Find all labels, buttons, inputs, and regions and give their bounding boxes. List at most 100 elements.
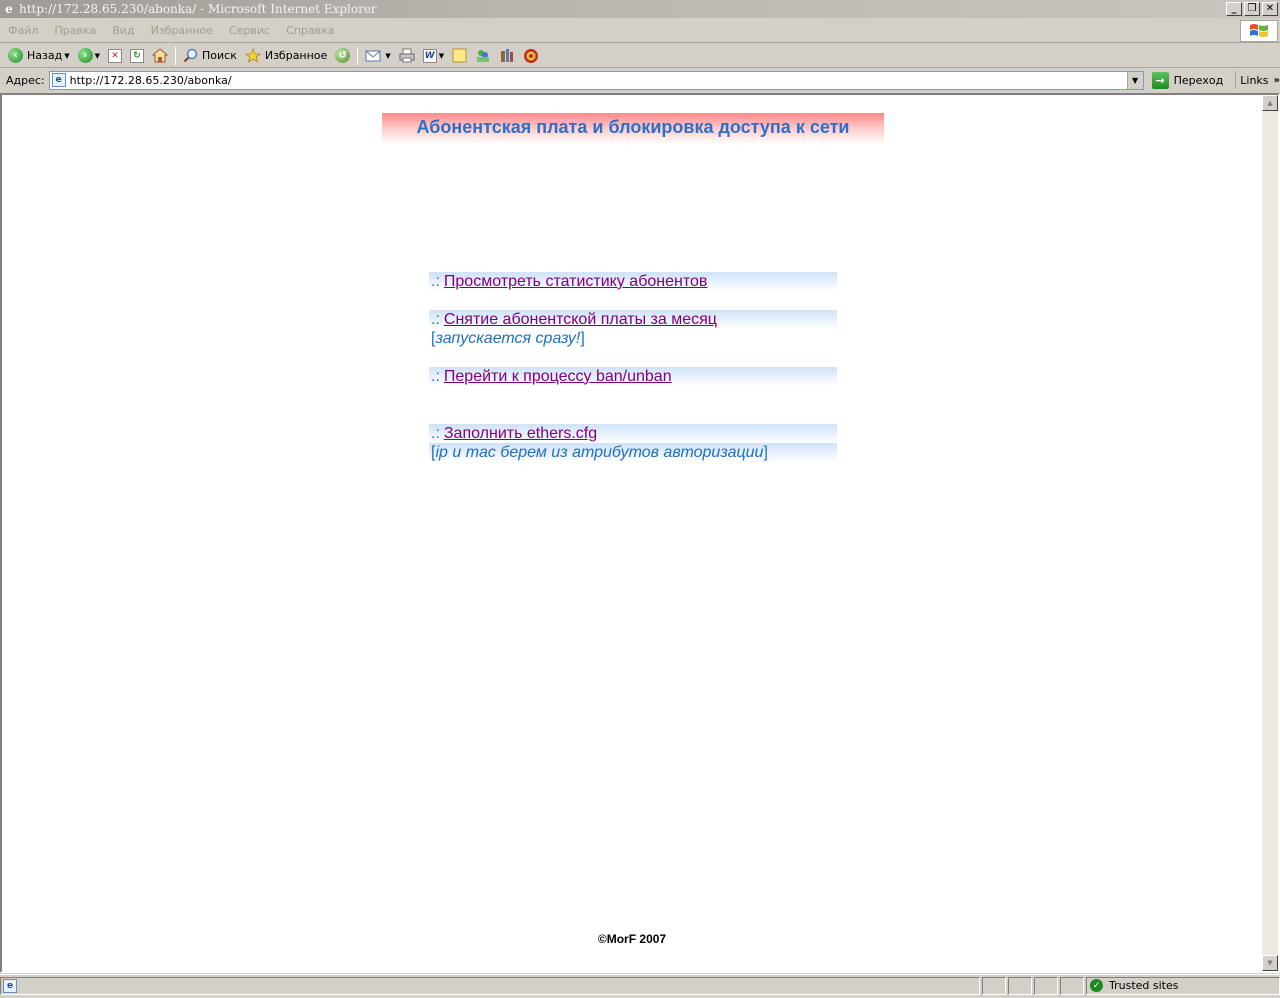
forward-arrow-icon: › [77,48,93,63]
toolbar-separator [357,46,359,65]
bracket-close: ] [580,329,585,347]
bullet: .: [431,367,440,385]
menu-link-ban: .: Перейти к процессу ban/unban [429,367,837,386]
menu-row: .: Перейти к процессу ban/unban [429,367,837,386]
zone-label: Trusted sites [1109,979,1179,992]
toolbar-separator [175,46,176,65]
menu-file[interactable]: Файл [0,24,46,37]
security-zone[interactable]: ✓ Trusted sites [1086,976,1280,995]
address-label: Адрес: [6,73,45,87]
addon-button[interactable] [519,45,543,67]
status-cell [982,976,1006,995]
close-button[interactable]: ✕ [1262,2,1278,16]
mail-icon [365,50,381,61]
minimize-button[interactable]: _ [1226,2,1242,16]
menu-view[interactable]: Вид [104,24,142,37]
page-icon: e [51,73,66,87]
menu-favorites[interactable]: Избранное [143,24,221,37]
ban-unban-link[interactable]: Перейти к процессу ban/unban [444,368,672,386]
bullet: .: [431,272,440,290]
toolbar: ‹ Назад ▼ › ▼ ✕ ↻ Поиск Избранное ↺ ▼ W … [0,44,1280,68]
go-button[interactable]: → Переход [1151,71,1224,89]
address-url[interactable]: http://172.28.65.230/abonka/ [70,74,232,87]
copyright: ©MorF 2007 [597,932,667,946]
bracket-close: ] [763,443,768,461]
vertical-scrollbar[interactable]: ▲ ▼ [1262,95,1278,971]
restore-button[interactable]: ❐ [1244,2,1260,16]
bullet: .: [431,310,440,328]
menu-bar: Файл Правка Вид Избранное Сервис Справка [0,19,1280,43]
ie-icon: e [5,2,13,16]
check-icon: ✓ [1090,979,1103,992]
search-icon [183,48,198,63]
stop-button[interactable]: ✕ [104,45,126,67]
star-icon [244,48,261,63]
page-status-icon: e [3,978,17,993]
address-input[interactable]: e http://172.28.65.230/abonka/ ▼ [48,70,1144,90]
go-arrow-icon: → [1151,71,1169,89]
page-content: Абонентская плата и блокировка доступа к… [2,95,1262,971]
target-icon [524,48,539,63]
note-text: запускается сразу! [435,329,581,347]
back-dropdown-icon[interactable]: ▼ [64,52,69,60]
browser-viewport: Абонентская плата и блокировка доступа к… [0,93,1280,973]
chevron-right-icon[interactable]: » [1274,75,1280,86]
title-bar: e http://172.28.65.230/abonka/ - Microso… [0,0,1280,18]
history-icon: ↺ [335,48,351,63]
menu-edit[interactable]: Правка [46,24,104,37]
history-button[interactable]: ↺ [331,45,354,67]
address-bar: Адрес: e http://172.28.65.230/abonka/ ▼ … [0,69,1280,91]
monthly-fee-link[interactable]: Снятие абонентской платы за месяц [444,311,717,329]
forward-button[interactable]: › ▼ [74,45,104,67]
messenger-button[interactable] [471,45,495,67]
home-icon [152,48,168,63]
menu-tools[interactable]: Сервис [221,24,278,37]
printer-icon [399,48,415,63]
links-label: Links [1240,73,1269,87]
status-bar: e ✓ Trusted sites [0,974,1280,996]
refresh-icon: ↻ [130,48,144,63]
status-cell [1008,976,1032,995]
mail-button[interactable]: ▼ [361,45,394,67]
menu-row: .: Заполнить ethers.cfg [429,424,837,443]
research-icon [501,49,514,62]
links-button[interactable]: Links » [1235,71,1280,89]
stop-icon: ✕ [108,48,122,63]
messenger-icon [477,50,490,62]
mail-dropdown-icon[interactable]: ▼ [385,52,390,60]
window-title: http://172.28.65.230/abonka/ - Microsoft… [19,2,377,16]
go-label: Переход [1173,73,1224,87]
back-arrow-icon: ‹ [8,48,23,63]
status-cell [1034,976,1058,995]
fill-ethers-link[interactable]: Заполнить ethers.cfg [444,425,597,443]
menu-help[interactable]: Справка [278,24,342,37]
edit-button[interactable]: W ▼ [419,45,448,67]
edit-dropdown-icon[interactable]: ▼ [439,52,444,60]
research-button[interactable] [495,45,519,67]
search-label: Поиск [202,49,237,62]
ethers-note: [ip и mac берем из атрибутов авторизации… [429,443,837,462]
forward-dropdown-icon[interactable]: ▼ [95,52,100,60]
favorites-label: Избранное [264,49,328,62]
page-header: Абонентская плата и блокировка доступа к… [382,113,884,144]
menu-row: .: Просмотреть статистику абонентов [429,272,837,291]
refresh-button[interactable]: ↻ [126,45,148,67]
favorites-button[interactable]: Избранное [241,45,331,67]
page-title: Абонентская плата и блокировка доступа к… [416,117,850,137]
back-label: Назад [27,49,63,62]
back-button[interactable]: ‹ Назад ▼ [4,45,74,67]
home-button[interactable] [148,45,172,67]
view-stats-link[interactable]: Просмотреть статистику абонентов [444,273,707,291]
address-dropdown-icon[interactable]: ▼ [1126,71,1143,89]
word-icon: W [422,48,437,63]
menu-row: .: Снятие абонентской платы за месяц [429,310,837,329]
search-button[interactable]: Поиск [179,45,241,67]
note-text: ip и mac берем из атрибутов авторизации [435,443,764,461]
scroll-up-icon[interactable]: ▲ [1262,95,1278,111]
print-button[interactable] [395,45,419,67]
menu-link-ethers: .: Заполнить ethers.cfg [ip и mac берем … [429,424,837,462]
discuss-button[interactable] [448,45,471,67]
status-text-area: e [0,976,980,995]
scroll-down-icon[interactable]: ▼ [1262,955,1278,971]
status-cell [1060,976,1084,995]
